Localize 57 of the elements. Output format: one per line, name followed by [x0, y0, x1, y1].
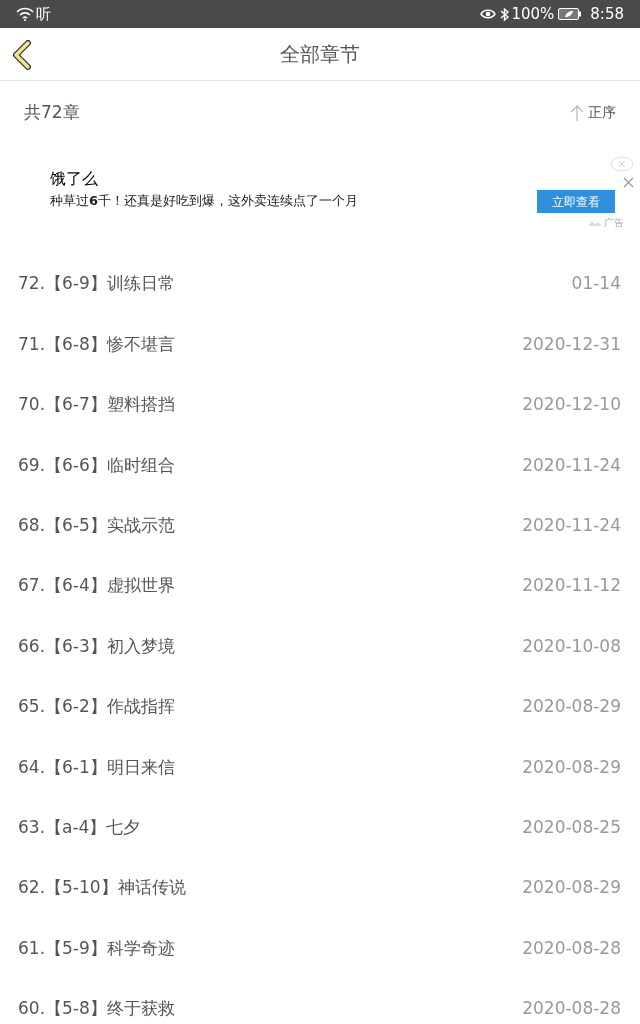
chapter-item[interactable]: 64.【6-1】明日来信 2020-08-29 [0, 737, 640, 798]
clock-text: 8:58 [590, 3, 624, 25]
chapter-item[interactable]: 60.【5-8】终于获救 2020-08-28 [0, 978, 640, 1024]
back-button[interactable] [12, 40, 32, 70]
chapter-item[interactable]: 63.【a-4】七夕 2020-08-25 [0, 797, 640, 858]
chapter-title: 60.【5-8】终于获救 [18, 997, 175, 1021]
chapter-title: 65.【6-2】作战指挥 [18, 695, 175, 719]
chapter-date: 2020-08-29 [522, 876, 621, 900]
chapter-count: 共72章 [24, 100, 80, 124]
chapter-date: 2020-08-28 [522, 936, 621, 960]
ad-label: 广告 [604, 216, 624, 230]
ad-banner[interactable]: 饿了么 种草过6千！还真是好吃到爆，这外卖连续点了一个月 立即查看 广告 [0, 144, 640, 244]
page-title: 全部章节 [280, 41, 360, 68]
arrow-up-icon [570, 103, 584, 122]
battery-icon [558, 8, 583, 20]
chapter-title: 63.【a-4】七夕 [18, 815, 141, 839]
chapter-item[interactable]: 65.【6-2】作战指挥 2020-08-29 [0, 676, 640, 738]
chapter-date: 2020-08-29 [522, 695, 621, 719]
battery-text: 100% [511, 3, 555, 25]
close-icon[interactable] [623, 177, 634, 188]
chapter-title: 64.【6-1】明日来信 [18, 755, 175, 779]
chapter-item[interactable]: 67.【6-4】虚拟世界 2020-11-12 [0, 555, 640, 617]
chapter-date: 2020-08-29 [522, 755, 621, 779]
chapter-title: 70.【6-7】塑料搭挡 [18, 393, 175, 417]
chapter-date: 2020-11-24 [522, 514, 621, 537]
chapter-item[interactable]: 68.【6-5】实战示范 2020-11-24 [0, 495, 640, 556]
sort-button[interactable]: 正序 [570, 102, 616, 123]
ad-title: 饿了么 [50, 168, 99, 190]
chapter-item[interactable]: 66.【6-3】初入梦境 2020-10-08 [0, 616, 640, 677]
eye-icon [480, 8, 497, 20]
ad-logo-icon [588, 219, 602, 226]
chapter-title: 68.【6-5】实战示范 [18, 514, 175, 537]
chapter-title: 71.【6-8】惨不堪言 [18, 332, 175, 356]
chapter-item[interactable]: 61.【5-9】科学奇迹 2020-08-28 [0, 918, 640, 979]
chapter-date: 2020-08-25 [522, 815, 621, 839]
status-text: 听 [36, 3, 51, 25]
chapter-date: 2020-11-12 [522, 574, 621, 598]
wifi-icon [16, 7, 34, 21]
chapter-title: 66.【6-3】初入梦境 [18, 634, 175, 658]
chapter-date: 2020-11-24 [522, 453, 621, 477]
chapter-date: 01-14 [571, 272, 621, 296]
chapter-title: 62.【5-10】神话传说 [18, 876, 186, 900]
chapter-item[interactable]: 70.【6-7】塑料搭挡 2020-12-10 [0, 374, 640, 436]
chapter-date: 2020-10-08 [522, 634, 621, 658]
chapter-item[interactable]: 71.【6-8】惨不堪言 2020-12-31 [0, 314, 640, 375]
ad-text: 种草过6千！还真是好吃到爆，这外卖连续点了一个月 [50, 192, 359, 210]
chapter-date: 2020-12-10 [522, 393, 621, 417]
chapter-item[interactable]: 62.【5-10】神话传说 2020-08-29 [0, 857, 640, 919]
chapter-title: 72.【6-9】训练日常 [18, 272, 175, 296]
chapter-item[interactable]: 69.【6-6】临时组合 2020-11-24 [0, 435, 640, 496]
chapter-item[interactable]: 72.【6-9】训练日常 01-14 [0, 254, 640, 315]
chapter-title: 61.【5-9】科学奇迹 [18, 936, 175, 960]
chapter-date: 2020-08-28 [522, 997, 621, 1021]
chapter-title: 69.【6-6】临时组合 [18, 453, 175, 477]
bluetooth-icon [500, 6, 510, 22]
chapter-date: 2020-12-31 [522, 332, 621, 356]
chapter-title: 67.【6-4】虚拟世界 [18, 574, 175, 598]
